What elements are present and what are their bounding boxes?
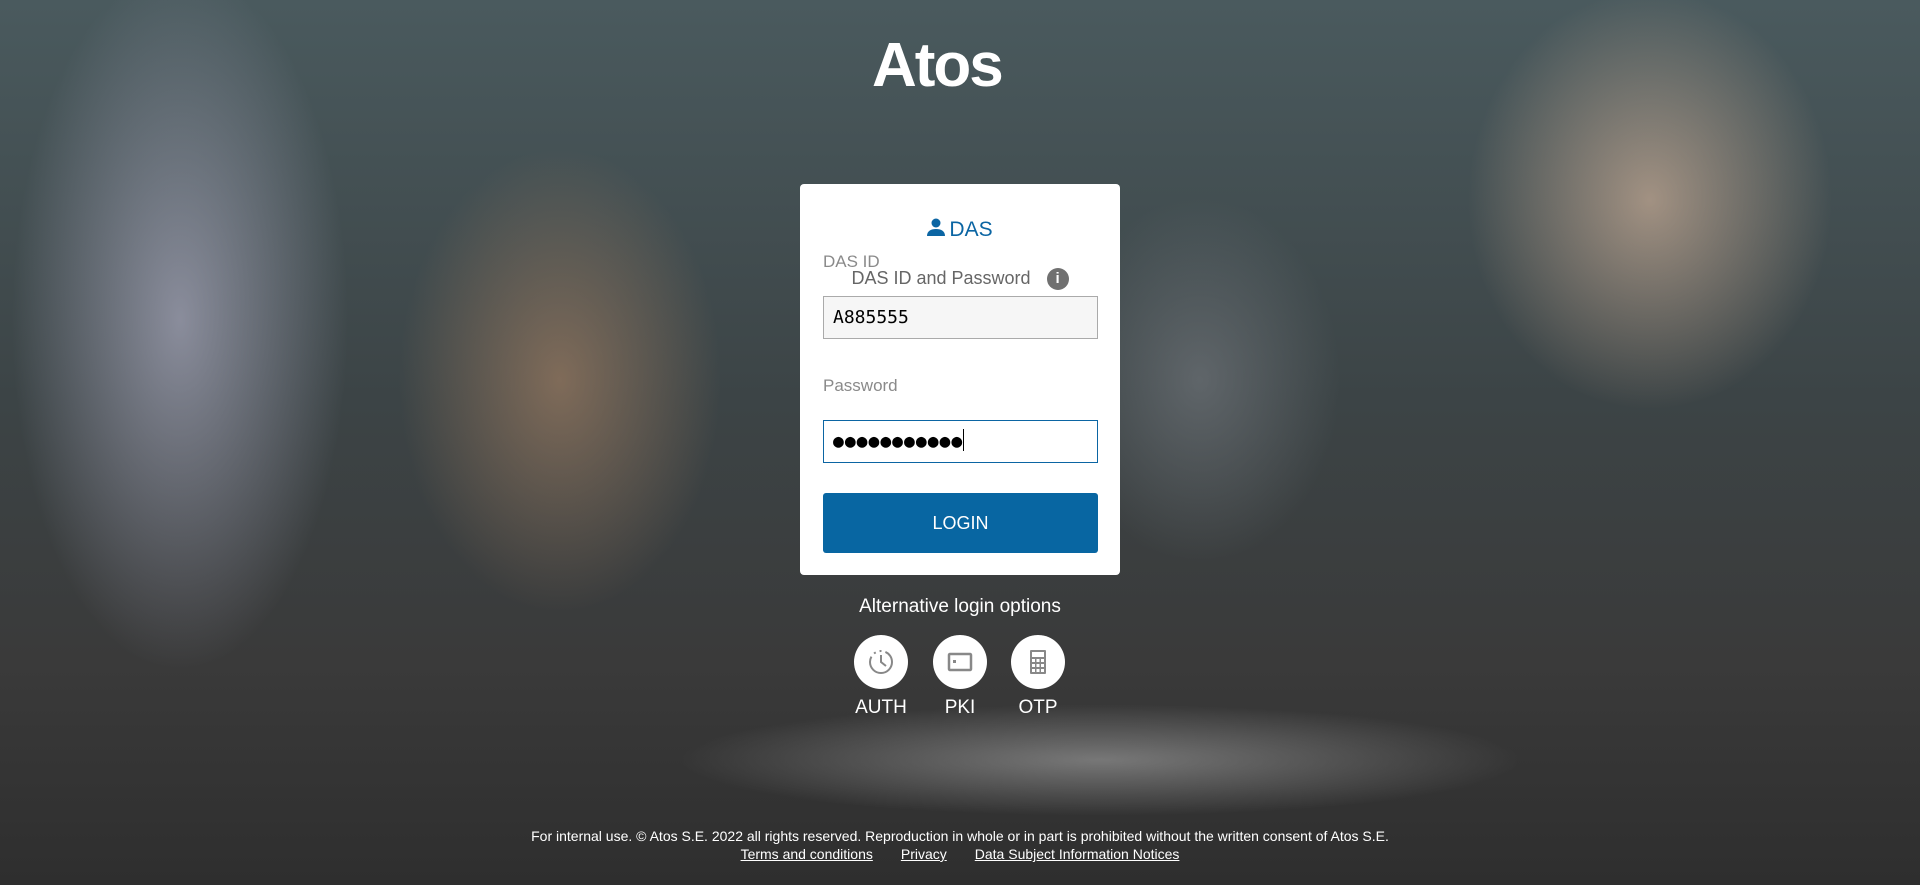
auth-label: AUTH	[855, 697, 907, 718]
password-label: Password	[823, 376, 898, 395]
terms-link[interactable]: Terms and conditions	[741, 846, 873, 862]
user-icon	[927, 218, 946, 236]
atos-logo: Atos	[872, 31, 1004, 100]
data-subject-notices-link[interactable]: Data Subject Information Notices	[975, 846, 1180, 862]
footer: For internal use. © Atos S.E. 2022 all r…	[0, 827, 1920, 863]
copyright-notice: For internal use. © Atos S.E. 2022 all r…	[531, 828, 1389, 844]
calculator-icon	[1030, 650, 1046, 674]
das-title: DAS	[949, 218, 993, 241]
auth-option[interactable]: AUTH	[846, 635, 916, 719]
info-icon[interactable]: i	[1046, 268, 1069, 290]
privacy-link[interactable]: Privacy	[901, 846, 947, 862]
das-id-label: DAS ID	[823, 252, 880, 271]
otp-label: OTP	[1018, 697, 1058, 718]
text-caret	[963, 429, 965, 451]
das-heading: DAS	[800, 218, 1120, 242]
login-button[interactable]: LOGIN	[823, 493, 1098, 553]
clock-icon	[869, 650, 893, 674]
card-icon	[947, 652, 973, 672]
pki-label: PKI	[944, 697, 976, 718]
login-card: DAS DAS ID and Password i DAS ID A885555 …	[800, 184, 1120, 575]
das-id-input[interactable]: A885555	[823, 296, 1098, 339]
password-value: ●●●●●●●●●●●	[833, 431, 964, 452]
password-input[interactable]: ●●●●●●●●●●●	[823, 420, 1098, 463]
pki-option[interactable]: PKI	[925, 635, 995, 719]
otp-option[interactable]: OTP	[1003, 635, 1073, 719]
alternative-login-heading: Alternative login options	[859, 596, 1061, 617]
